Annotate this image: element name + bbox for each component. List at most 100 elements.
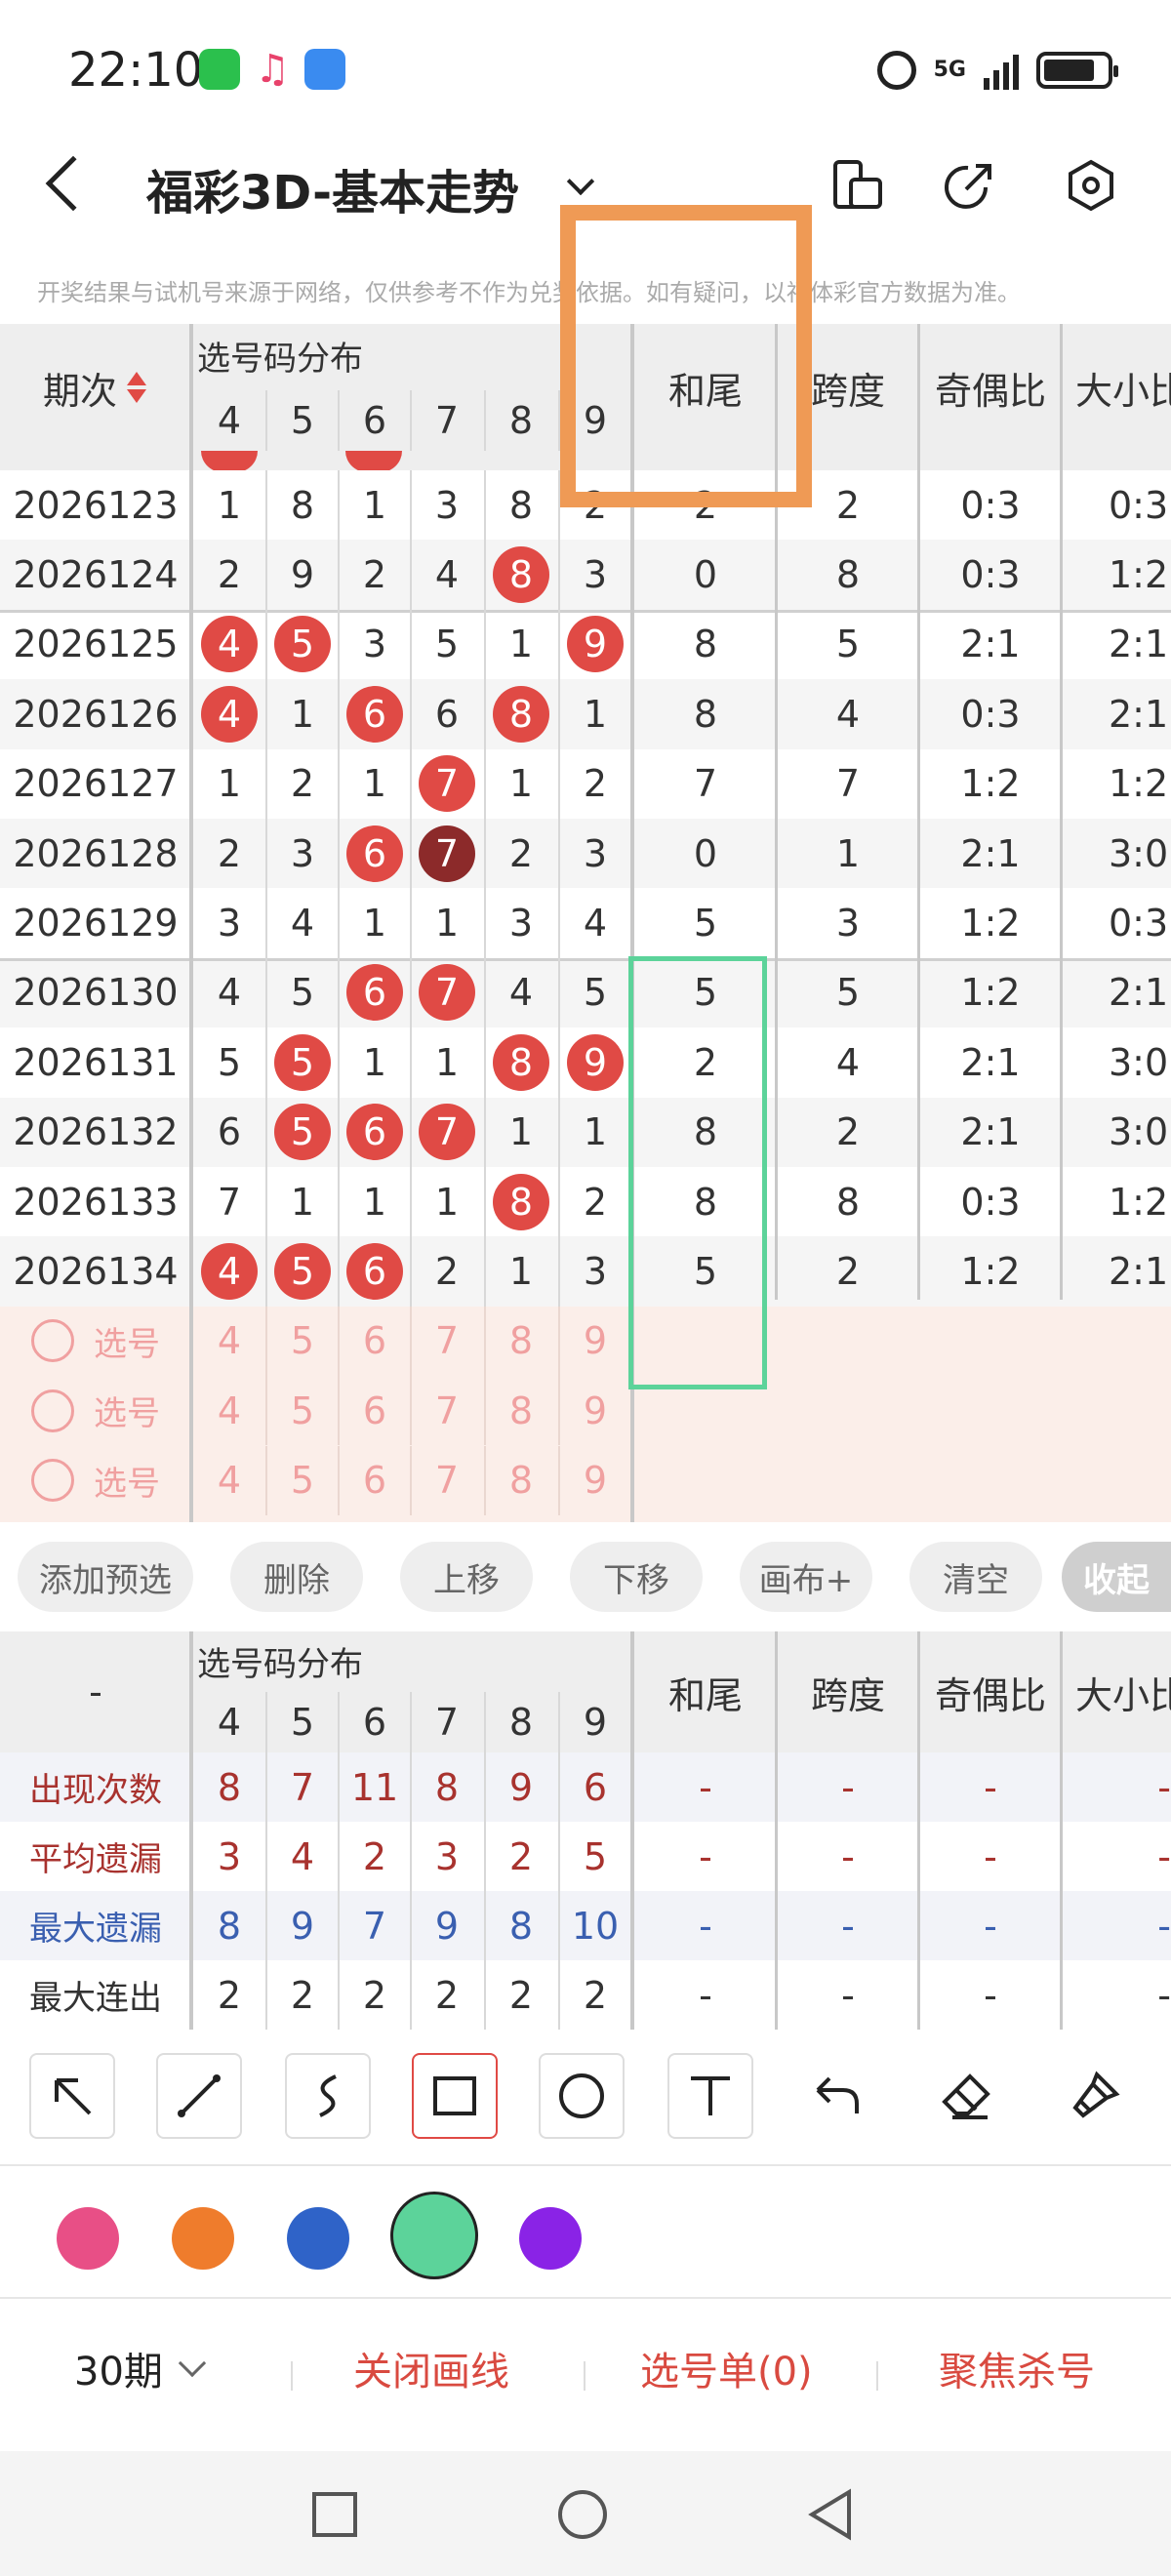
odd-even-value: 1:2 <box>960 762 1021 806</box>
digit-header: 6 <box>338 390 410 451</box>
stats-value: 2 <box>217 1973 242 2017</box>
curve-tool-icon[interactable] <box>285 2053 371 2139</box>
recent-apps-icon[interactable] <box>310 2490 359 2539</box>
issue-number: 2026133 <box>13 1180 179 1224</box>
settings-icon[interactable] <box>1064 158 1118 213</box>
omission-cell: 1 <box>484 748 556 819</box>
wechat-icon <box>199 49 240 90</box>
period-selector[interactable]: 30期 <box>74 2340 207 2396</box>
stats-value: 7 <box>265 1752 338 1822</box>
digit-header: 5 <box>265 390 338 451</box>
stats-row-label: 最大遗漏 <box>29 1910 162 1949</box>
stats-distribution-header: 选号码分布 <box>197 1644 363 1684</box>
rect-tool-icon[interactable] <box>412 2053 498 2139</box>
stats-value: 2 <box>338 1960 410 2030</box>
clear-button[interactable]: 清空 <box>909 1542 1042 1612</box>
preselect-digit[interactable]: 8 <box>484 1445 556 1515</box>
issue-number: 2026126 <box>13 692 179 736</box>
preselect-digit[interactable]: 5 <box>265 1306 338 1376</box>
hit-ball-cell: 6 <box>338 1236 410 1307</box>
hit-ball: 7 <box>419 1104 475 1161</box>
share-icon[interactable] <box>943 158 997 213</box>
omission-cell: 2 <box>338 540 410 610</box>
collapse-button[interactable]: 收起 <box>1062 1542 1171 1612</box>
color-swatch-purple[interactable] <box>519 2207 582 2270</box>
preselect-row-toggle[interactable]: 选号 <box>0 1307 191 1376</box>
span-value: 4 <box>835 1040 861 1084</box>
text-tool-icon[interactable] <box>667 2053 753 2139</box>
circle-tool-icon[interactable] <box>539 2053 625 2139</box>
omission-cell: 2 <box>217 831 242 875</box>
canvas-plus-button[interactable]: 画布+ <box>740 1542 872 1612</box>
digit-header: 7 <box>410 390 482 451</box>
preselect-digit[interactable]: 4 <box>193 1376 265 1445</box>
hit-ball-cell: 5 <box>265 1236 338 1307</box>
hit-ball: 6 <box>346 1243 403 1301</box>
preselect-digit[interactable]: 8 <box>484 1376 556 1446</box>
chevron-down-icon[interactable] <box>566 167 595 196</box>
arrow-tool-icon[interactable] <box>29 2053 115 2139</box>
line-tool-icon[interactable] <box>156 2053 242 2139</box>
preselect-digit[interactable]: 8 <box>484 1306 556 1376</box>
omission-cell: 2 <box>265 748 338 819</box>
stats-value: 2 <box>558 1960 630 2030</box>
hit-ball: 9 <box>567 616 624 673</box>
stats-table: - 选号码分布 456789 和尾 跨度 奇偶比 大小比 出现次数 8 7 11 8 9 6… <box>0 1631 1171 2030</box>
back-nav-icon[interactable] <box>806 2488 857 2541</box>
delete-button[interactable]: 删除 <box>230 1542 363 1612</box>
close-lines-button[interactable]: 关闭画线 <box>353 2340 509 2396</box>
issue-number: 2026127 <box>13 762 179 806</box>
omission-cell: 1 <box>338 1027 410 1098</box>
omission-cell: 3 <box>338 609 410 680</box>
preselect-digit[interactable]: 4 <box>193 1307 265 1376</box>
big-small-value: 3:0 <box>1109 831 1169 875</box>
preselect-digit[interactable]: 7 <box>410 1376 482 1446</box>
hit-ball-cell: 7 <box>410 748 482 819</box>
preselect-digit[interactable]: 9 <box>558 1445 630 1515</box>
move-up-button[interactable]: 上移 <box>400 1542 533 1612</box>
omission-cell: 1 <box>484 1097 556 1167</box>
span-value: 2 <box>835 1110 861 1154</box>
preselect-digit[interactable]: 5 <box>265 1445 338 1515</box>
preselect-digit[interactable]: 7 <box>410 1445 482 1515</box>
omission-cell: 6 <box>410 679 482 749</box>
preselect-digit[interactable]: 5 <box>265 1376 338 1446</box>
radio-icon <box>31 1389 74 1432</box>
preselect-digit[interactable]: 9 <box>558 1306 630 1376</box>
color-swatch-green-selected[interactable] <box>390 2192 478 2279</box>
preselect-digit[interactable]: 9 <box>558 1376 630 1446</box>
home-icon[interactable] <box>556 2488 609 2541</box>
focus-kill-button[interactable]: 聚焦杀号 <box>939 2340 1095 2396</box>
preselect-row-toggle[interactable]: 选号 <box>0 1376 191 1445</box>
sum-tail-value: 5 <box>693 902 718 946</box>
preselect-row-toggle[interactable]: 选号 <box>0 1446 191 1515</box>
preselect-digit[interactable]: 6 <box>338 1445 410 1515</box>
clear-brush-icon[interactable] <box>1052 2053 1138 2139</box>
odd-even-value: 2:1 <box>960 1040 1021 1084</box>
stats-value: 6 <box>558 1752 630 1822</box>
color-swatch-pink[interactable] <box>57 2207 119 2270</box>
orange-rectangle-annotation[interactable] <box>560 205 812 507</box>
move-down-button[interactable]: 下移 <box>570 1542 703 1612</box>
stats-dash: - <box>699 1904 712 1948</box>
omission-cell: 1 <box>217 762 242 806</box>
preselect-digit[interactable]: 4 <box>193 1446 265 1515</box>
preselect-digit[interactable]: 6 <box>338 1306 410 1376</box>
network-type: 5G <box>933 58 966 82</box>
hit-ball-cell: 6 <box>338 1097 410 1167</box>
omission-cell: 2 <box>558 748 630 819</box>
back-arrow-icon[interactable] <box>45 155 101 212</box>
preselect-digit[interactable]: 6 <box>338 1376 410 1446</box>
issue-column-header[interactable]: 期次 <box>0 324 191 451</box>
preselect-digit[interactable]: 7 <box>410 1306 482 1376</box>
color-swatch-blue[interactable] <box>287 2207 349 2270</box>
undo-icon[interactable] <box>794 2053 880 2139</box>
green-rectangle-annotation[interactable] <box>628 956 767 1389</box>
omission-cell: 5 <box>558 957 630 1028</box>
add-preselect-button[interactable]: 添加预选 <box>18 1542 193 1612</box>
selection-list-button[interactable]: 选号单(0) <box>640 2340 813 2396</box>
color-swatch-orange[interactable] <box>172 2207 234 2270</box>
landscape-toggle-icon[interactable] <box>829 158 884 213</box>
hit-ball: 4 <box>201 685 258 743</box>
eraser-icon[interactable] <box>923 2053 1009 2139</box>
